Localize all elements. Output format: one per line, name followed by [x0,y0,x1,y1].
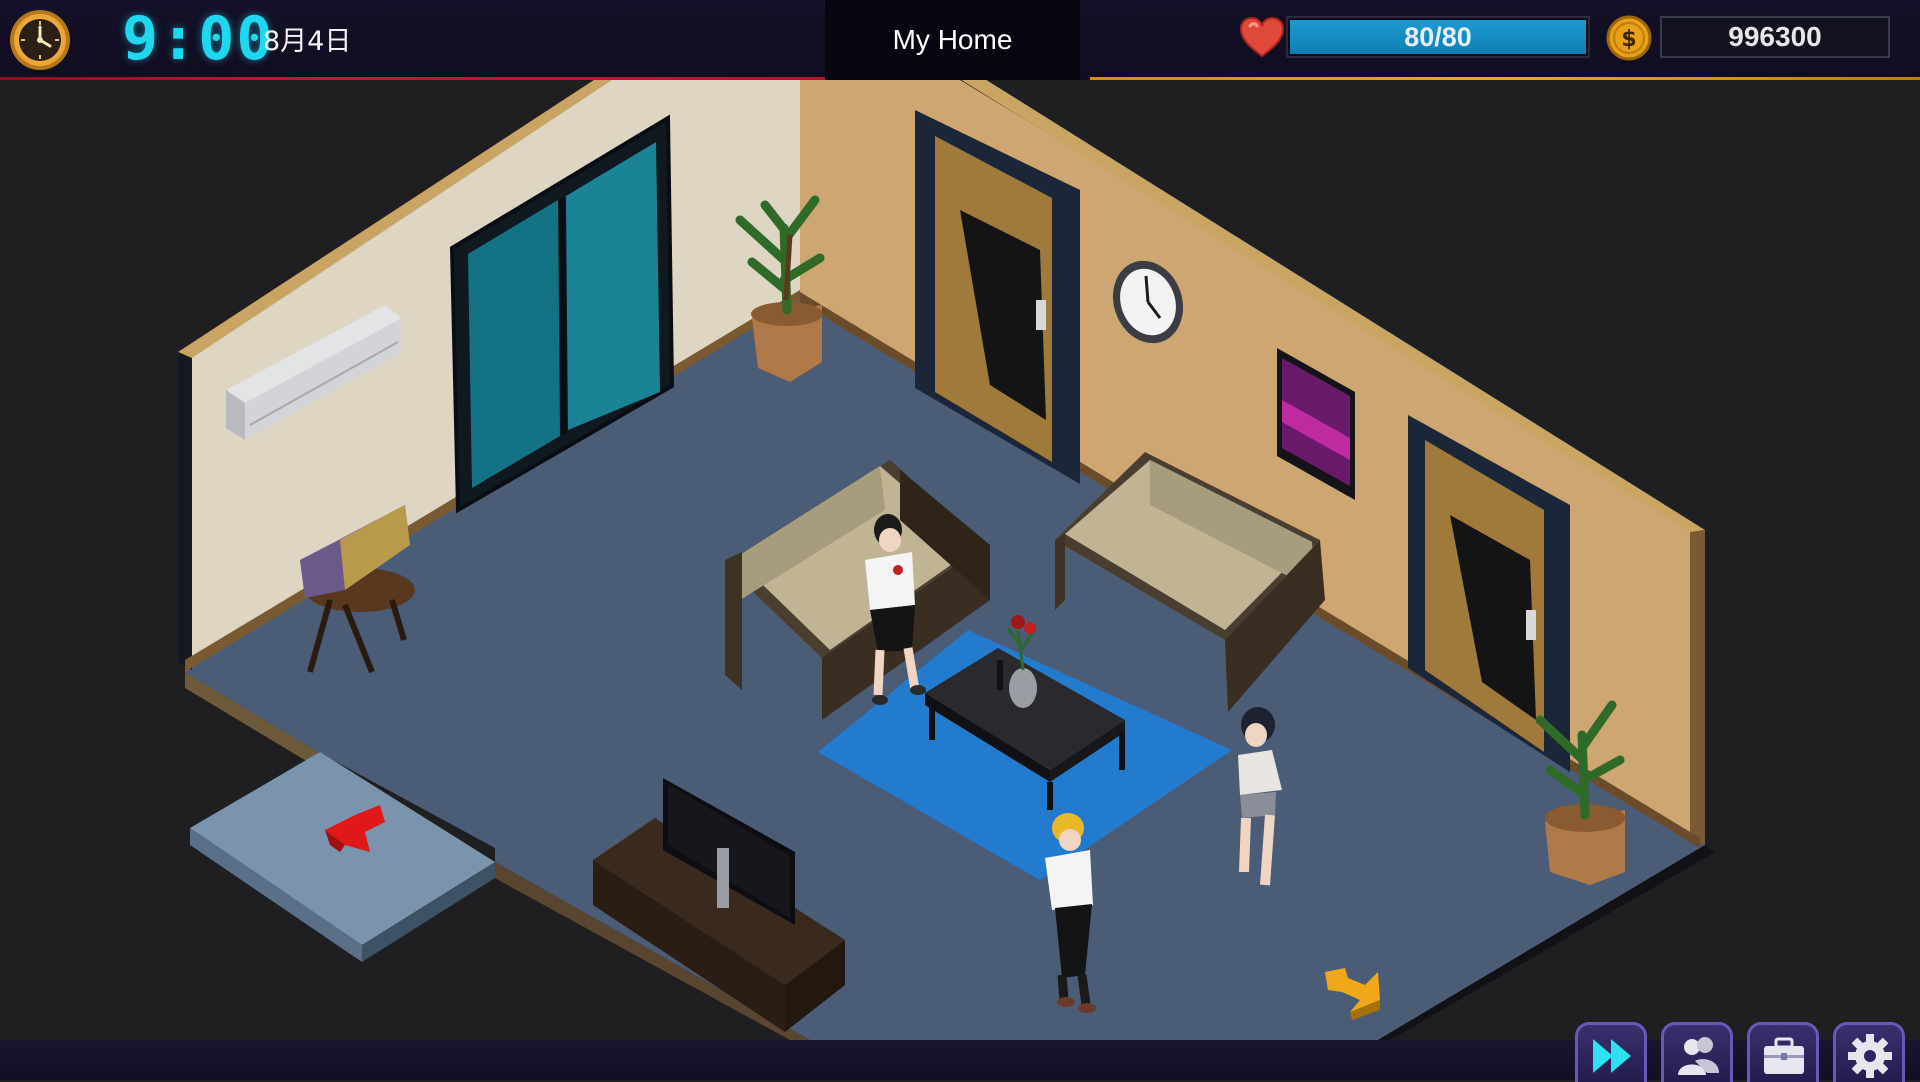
health-bar: 80/80 [1286,16,1590,58]
contacts-button[interactable] [1661,1022,1733,1082]
game-date: 8月4日 [263,26,352,57]
people-icon [1678,1037,1719,1075]
fast-forward-button[interactable] [1575,1022,1647,1082]
money-display: 996300 [1660,16,1890,58]
game-time: 9:00 [122,4,275,74]
svg-text:$: $ [1621,27,1636,52]
location-title: My Home [825,0,1080,80]
fast-forward-icon [1593,1039,1631,1073]
heart-icon [1239,16,1285,58]
gear-icon [1848,1034,1892,1078]
top-hud: 9:00 8月4日 My Home 80/80 $ 996300 [0,0,1920,80]
inventory-button[interactable] [1747,1022,1819,1082]
briefcase-icon [1764,1037,1804,1074]
isometric-room-scene[interactable] [0,80,1920,1040]
coin-icon: $ [1606,15,1652,61]
clock-icon [10,10,70,70]
settings-button[interactable] [1833,1022,1905,1082]
health-text: 80/80 [1404,22,1472,52]
